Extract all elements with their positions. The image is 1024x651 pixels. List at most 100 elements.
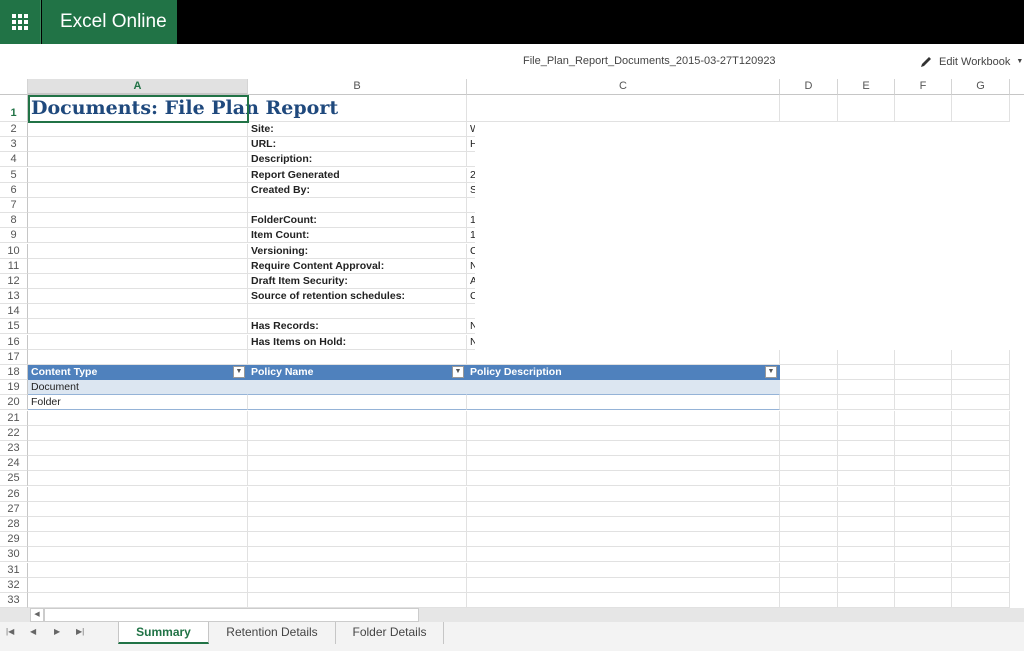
label-cell[interactable]: Has Items on Hold: [248, 335, 467, 350]
cell[interactable] [780, 456, 838, 471]
cell[interactable] [780, 532, 838, 547]
row-header[interactable]: 12 [0, 274, 28, 289]
cell[interactable] [28, 335, 248, 350]
table-cell[interactable]: Document [28, 380, 248, 395]
cell[interactable] [838, 471, 895, 486]
label-cell[interactable]: Description: [248, 152, 467, 167]
cell[interactable] [952, 441, 1010, 456]
cell[interactable] [952, 532, 1010, 547]
cell[interactable] [780, 593, 838, 608]
label-cell[interactable]: Require Content Approval: [248, 259, 467, 274]
filter-dropdown-icon[interactable]: ▼ [452, 366, 464, 378]
cell[interactable] [780, 95, 838, 122]
row-header[interactable]: 8 [0, 213, 28, 228]
cell[interactable] [28, 411, 248, 426]
row-header[interactable]: 19 [0, 380, 28, 395]
cell[interactable] [467, 411, 780, 426]
label-cell[interactable]: Report Generated [248, 168, 467, 183]
row-header[interactable]: 29 [0, 532, 28, 547]
cell[interactable] [248, 578, 467, 593]
table-cell[interactable] [467, 380, 780, 395]
cell[interactable] [895, 95, 952, 122]
cell[interactable] [952, 471, 1010, 486]
cell[interactable] [28, 563, 248, 578]
cell[interactable] [895, 593, 952, 608]
cell[interactable] [780, 502, 838, 517]
cell[interactable] [952, 563, 1010, 578]
label-cell[interactable]: FolderCount: [248, 213, 467, 228]
cell[interactable] [780, 547, 838, 562]
next-sheet-icon[interactable]: ▶ [54, 627, 60, 636]
cell[interactable] [28, 198, 248, 213]
cell[interactable] [28, 137, 248, 152]
cell[interactable] [952, 456, 1010, 471]
cell[interactable] [838, 547, 895, 562]
scroll-left-icon[interactable]: ◀ [30, 608, 44, 622]
cell[interactable] [895, 578, 952, 593]
row-header[interactable]: 4 [0, 152, 28, 167]
cell[interactable] [838, 350, 895, 365]
cell[interactable] [248, 426, 467, 441]
cell[interactable] [248, 517, 467, 532]
cell[interactable] [28, 547, 248, 562]
cell[interactable] [28, 274, 248, 289]
cell[interactable] [467, 593, 780, 608]
column-header[interactable]: B [248, 79, 467, 95]
edit-workbook-button[interactable]: Edit Workbook ▼ [920, 55, 1023, 68]
cell[interactable] [780, 380, 838, 395]
cell[interactable] [780, 350, 838, 365]
cell[interactable] [28, 532, 248, 547]
row-header[interactable]: 16 [0, 335, 28, 350]
cell[interactable] [952, 95, 1010, 122]
cell[interactable] [838, 517, 895, 532]
cell[interactable] [780, 395, 838, 410]
table-header-cell[interactable]: Content Type [28, 365, 248, 380]
row-header[interactable]: 26 [0, 487, 28, 502]
value-cell[interactable]: N [467, 319, 475, 334]
cell[interactable] [28, 517, 248, 532]
row-header[interactable]: 1 [0, 95, 28, 122]
cell[interactable] [248, 593, 467, 608]
label-cell[interactable]: Source of retention schedules: [248, 289, 467, 304]
cell[interactable] [28, 319, 248, 334]
label-cell[interactable]: Site: [248, 122, 467, 137]
cell[interactable] [838, 593, 895, 608]
cell[interactable] [467, 502, 780, 517]
row-header[interactable]: 18 [0, 365, 28, 380]
value-cell[interactable]: S [467, 183, 475, 198]
cell[interactable] [952, 350, 1010, 365]
cell[interactable] [780, 441, 838, 456]
row-header[interactable]: 25 [0, 471, 28, 486]
cell[interactable] [467, 426, 780, 441]
row-header[interactable]: 10 [0, 244, 28, 259]
cell[interactable] [838, 578, 895, 593]
value-cell[interactable]: W [467, 122, 475, 137]
column-header[interactable]: E [838, 79, 895, 95]
cell[interactable] [780, 411, 838, 426]
column-header[interactable]: D [780, 79, 838, 95]
cell[interactable] [952, 487, 1010, 502]
value-cell[interactable]: A [467, 274, 475, 289]
cell[interactable] [838, 456, 895, 471]
label-cell[interactable]: Draft Item Security: [248, 274, 467, 289]
cell[interactable] [952, 547, 1010, 562]
cell[interactable] [248, 441, 467, 456]
cell[interactable] [895, 487, 952, 502]
sheet-tab-folder-details[interactable]: Folder Details [336, 622, 444, 644]
value-cell[interactable]: N [467, 335, 475, 350]
cell[interactable] [838, 411, 895, 426]
cell[interactable] [467, 471, 780, 486]
column-header[interactable]: C [467, 79, 780, 95]
value-cell[interactable] [467, 198, 475, 213]
cell[interactable] [467, 487, 780, 502]
label-cell[interactable]: Versioning: [248, 244, 467, 259]
scrollbar-thumb[interactable] [44, 608, 419, 622]
cell[interactable] [895, 395, 952, 410]
table-cell[interactable] [248, 380, 467, 395]
row-header[interactable]: 7 [0, 198, 28, 213]
label-cell[interactable]: Item Count: [248, 228, 467, 243]
row-header[interactable]: 9 [0, 228, 28, 243]
row-header[interactable]: 20 [0, 395, 28, 410]
row-header[interactable]: 11 [0, 259, 28, 274]
cell[interactable] [952, 593, 1010, 608]
